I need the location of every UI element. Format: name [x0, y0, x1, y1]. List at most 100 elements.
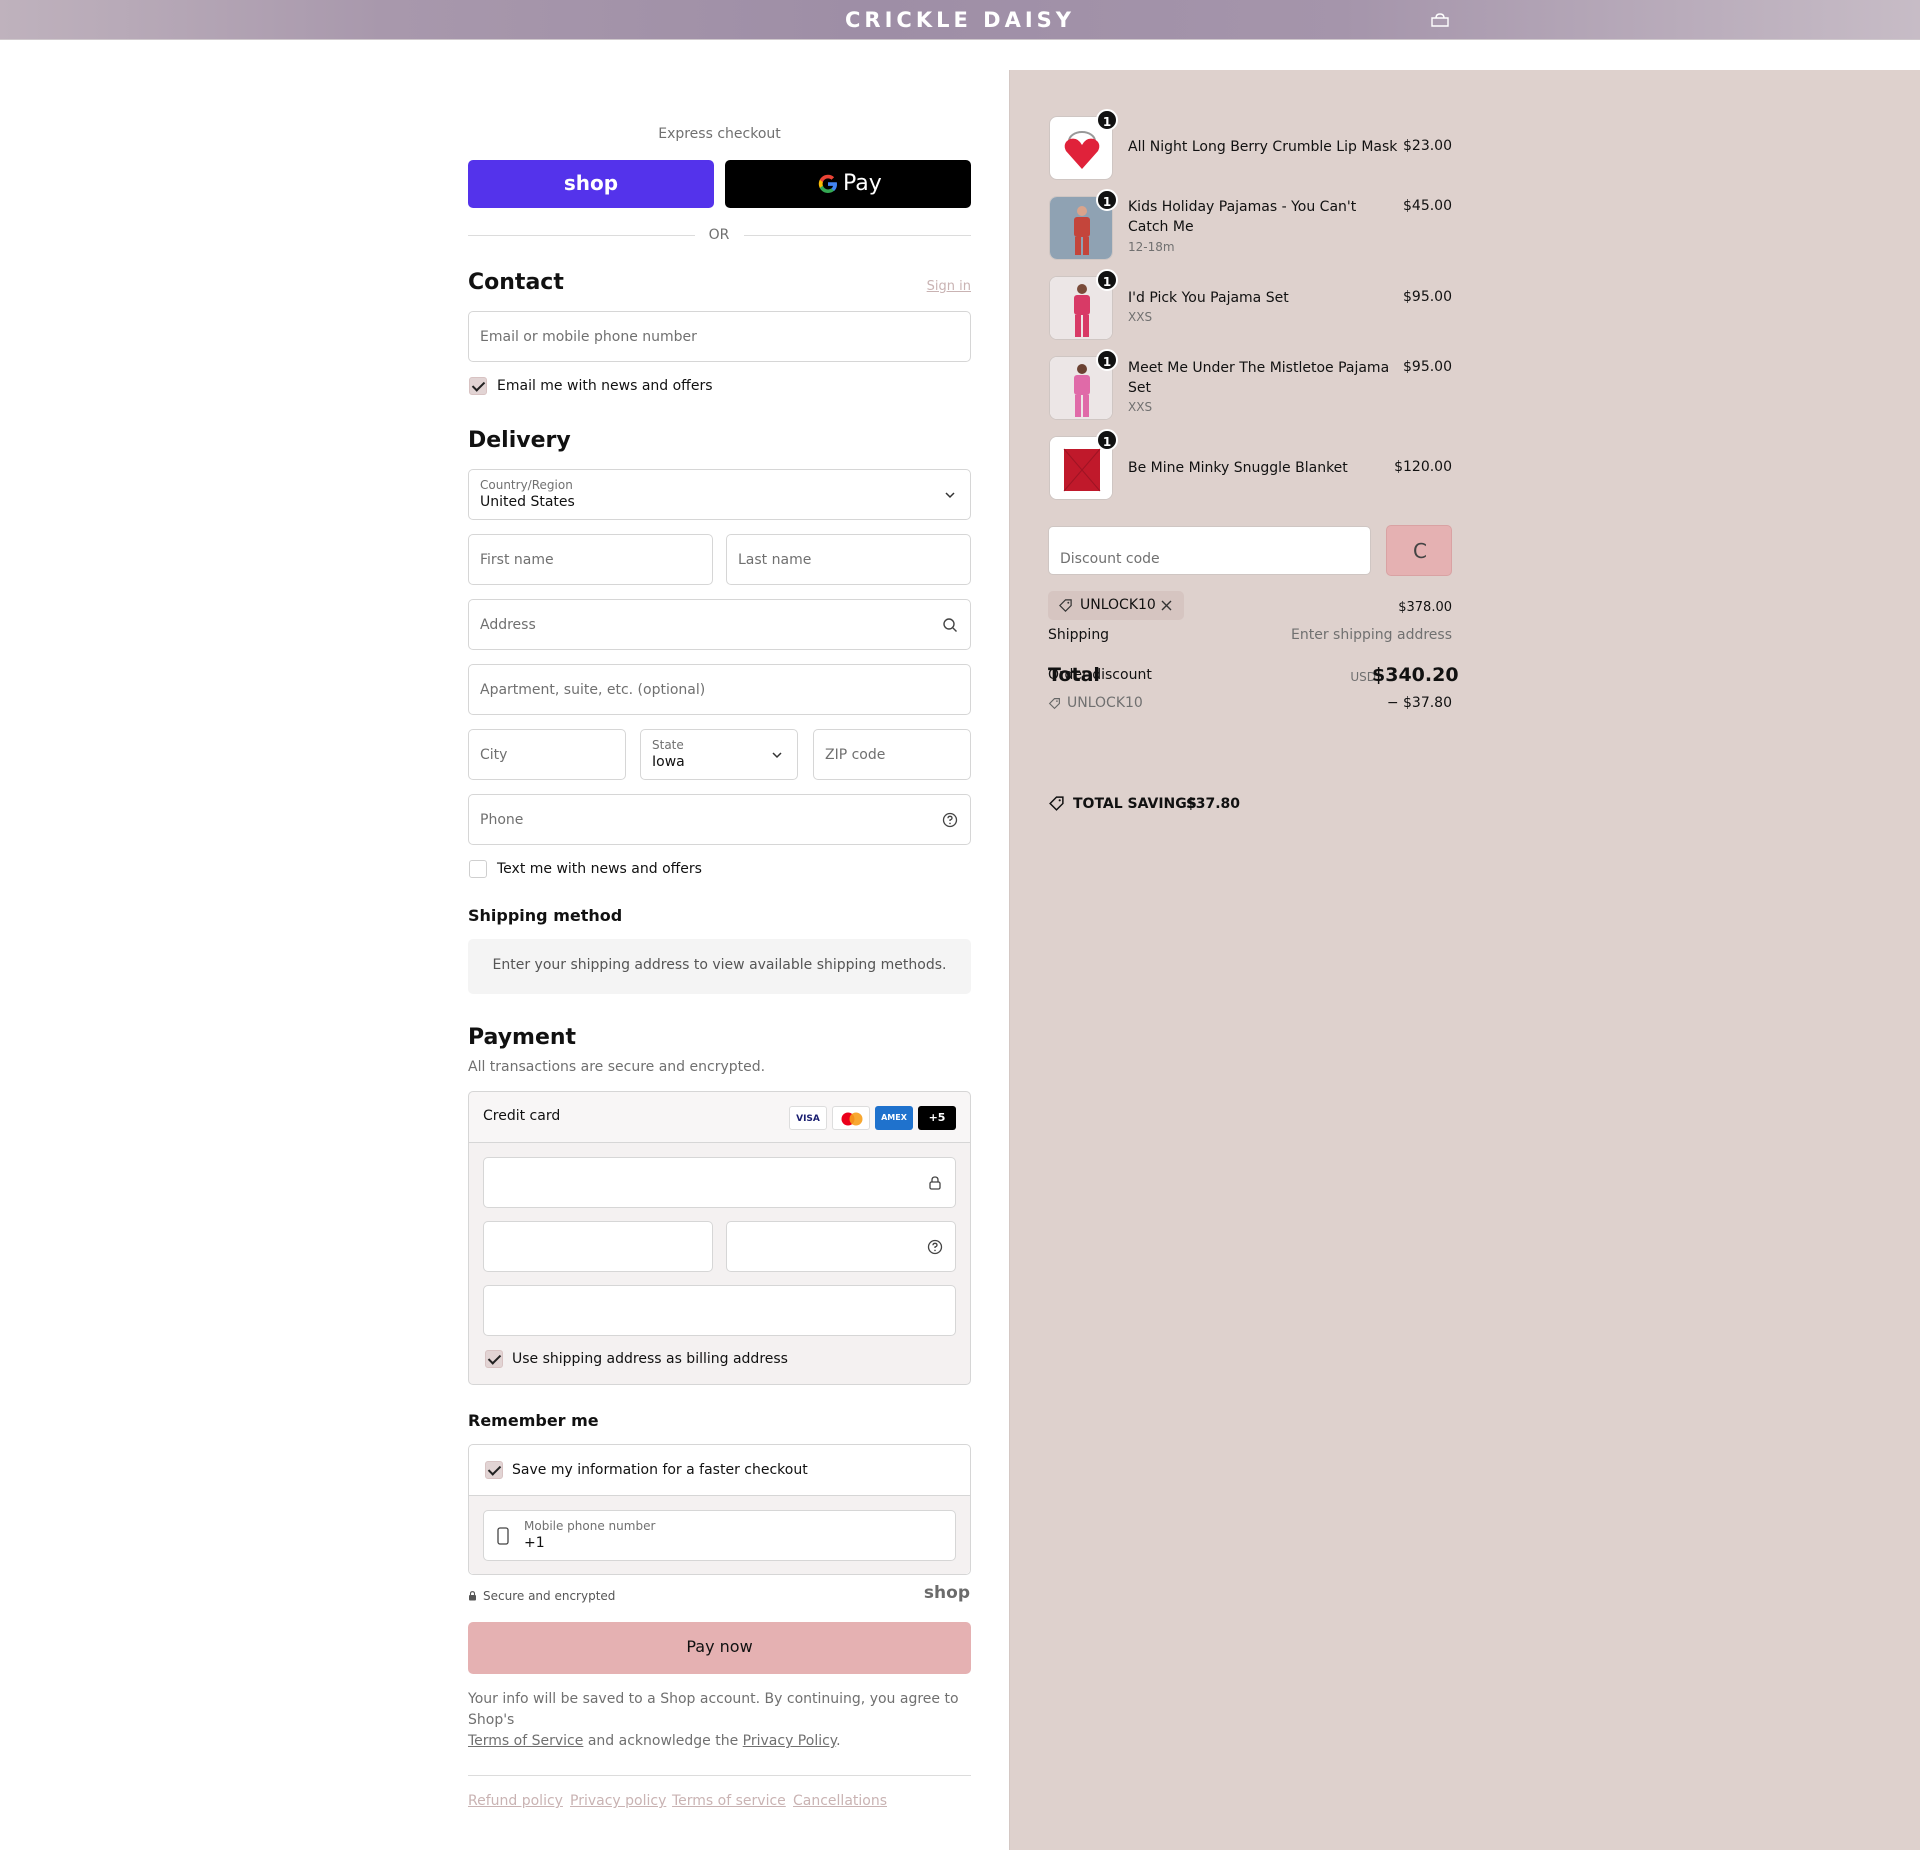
pay-now-button[interactable]: Pay now: [468, 1622, 971, 1674]
save-info-checkbox[interactable]: [485, 1461, 503, 1479]
save-info-label: Save my information for a faster checkou…: [512, 1462, 808, 1478]
phone-placeholder: Phone: [480, 811, 524, 828]
secure-encrypted-label: Secure and encrypted: [483, 1589, 616, 1603]
country-label: Country/Region: [480, 478, 573, 492]
tag-icon: [1048, 698, 1060, 710]
tag-icon: [1059, 599, 1072, 612]
refund-policy-link[interactable]: Refund policy: [468, 1793, 563, 1809]
phone-field[interactable]: Phone: [468, 794, 971, 845]
currency-code: USD: [1350, 670, 1376, 684]
search-icon: [943, 617, 957, 632]
apartment-placeholder: Apartment, suite, etc. (optional): [480, 681, 706, 698]
country-select[interactable]: Country/Region United States: [468, 469, 971, 520]
last-name-field[interactable]: Last name: [726, 534, 971, 585]
subtotal-value: $378.00: [1398, 600, 1452, 615]
email-placeholder: Email or mobile phone number: [480, 328, 697, 345]
mobile-phone-value: +1: [524, 1535, 545, 1551]
email-field[interactable]: Email or mobile phone number: [468, 311, 971, 362]
shipping-value: Enter shipping address: [1291, 627, 1452, 643]
help-circle-icon[interactable]: [927, 1239, 943, 1255]
apply-discount-label: C: [1413, 539, 1427, 563]
visa-icon: VISA: [789, 1106, 827, 1130]
google-pay-button[interactable]: Pay: [725, 160, 971, 208]
shipping-label: Shipping: [1048, 627, 1110, 643]
card-cvv-field[interactable]: [726, 1221, 956, 1272]
apply-discount-button[interactable]: C: [1386, 525, 1452, 576]
legal-text-3: .: [836, 1733, 841, 1749]
delivery-heading: Delivery: [468, 428, 571, 453]
cancellations-link[interactable]: Cancellations: [793, 1793, 887, 1809]
card-number-field[interactable]: [483, 1157, 956, 1208]
item-price: $45.00: [1403, 198, 1452, 214]
shipping-method-box: Enter your shipping address to view avai…: [468, 939, 971, 994]
footer-divider: [468, 1775, 971, 1776]
shop-privacy-link[interactable]: Privacy Policy: [743, 1733, 836, 1749]
express-checkout-label: Express checkout: [658, 126, 781, 142]
discount-value: − $37.80: [1386, 695, 1452, 711]
first-name-field[interactable]: First name: [468, 534, 713, 585]
item-price: $95.00: [1403, 359, 1452, 375]
mobile-phone-field[interactable]: Mobile phone number +1: [483, 1510, 956, 1561]
item-price: $120.00: [1394, 459, 1452, 475]
shop-terms-link[interactable]: Terms of Service: [468, 1733, 583, 1749]
first-name-placeholder: First name: [480, 551, 554, 568]
or-label: OR: [708, 227, 730, 243]
sign-in-link[interactable]: Sign in: [900, 279, 971, 294]
email-news-checkbox[interactable]: [469, 377, 487, 395]
country-value: United States: [480, 494, 575, 510]
privacy-policy-link[interactable]: Privacy policy: [570, 1793, 666, 1809]
total-savings-label: TOTAL SAVINGS: [1073, 796, 1197, 812]
billing-same-checkbox[interactable]: [485, 1350, 503, 1368]
order-summary-panel: [1009, 70, 1920, 1850]
legal-text-1: Your info will be saved to a Shop accoun…: [468, 1691, 959, 1728]
shopping-bag-icon[interactable]: [1430, 13, 1450, 27]
remember-me-panel: Save my information for a faster checkou…: [468, 1444, 971, 1575]
chevron-down-icon: [945, 491, 955, 498]
terms-of-service-link[interactable]: Terms of service: [672, 1793, 786, 1809]
shipping-method-message: Enter your shipping address to view avai…: [492, 957, 947, 973]
remove-discount-icon[interactable]: [1161, 600, 1172, 611]
discount-code-field[interactable]: Discount code: [1048, 526, 1371, 575]
pay-now-label: Pay now: [686, 1637, 753, 1656]
chevron-down-icon: [772, 751, 782, 758]
or-divider-right: [744, 235, 971, 236]
legal-text-2: and acknowledge the: [587, 1733, 739, 1749]
item-quantity-badge: 1: [1096, 269, 1118, 291]
tag-icon: [1049, 796, 1064, 811]
shipping-method-heading: Shipping method: [468, 906, 623, 925]
city-placeholder: City: [480, 746, 508, 763]
discount-placeholder: Discount code: [1060, 551, 1160, 567]
mobile-phone-icon: [497, 1527, 509, 1545]
zip-placeholder: ZIP code: [825, 746, 886, 763]
last-name-placeholder: Last name: [738, 551, 812, 568]
address-field[interactable]: Address: [468, 599, 971, 650]
legal-text: Your info will be saved to a Shop accoun…: [468, 1689, 971, 1752]
card-expiry-field[interactable]: [483, 1221, 713, 1272]
billing-same-label: Use shipping address as billing address: [512, 1351, 788, 1367]
item-quantity-badge: 1: [1096, 189, 1118, 211]
item-variant: 12-18m: [1128, 240, 1175, 254]
remember-me-heading: Remember me: [468, 1411, 599, 1430]
brand-logo[interactable]: CRICKLE DAISY: [0, 8, 1920, 32]
lock-icon: [469, 1591, 476, 1601]
item-variant: XXS: [1128, 310, 1153, 324]
item-quantity-badge: 1: [1096, 429, 1118, 451]
google-pay-label: Pay: [843, 171, 882, 196]
payment-heading: Payment: [468, 1025, 577, 1050]
card-name-field[interactable]: [483, 1285, 956, 1336]
city-field[interactable]: City: [468, 729, 626, 780]
state-select[interactable]: State Iowa: [640, 729, 798, 780]
item-quantity-badge: 1: [1096, 349, 1118, 371]
lock-icon: [929, 1175, 941, 1190]
google-g-icon: [818, 174, 837, 193]
text-news-checkbox[interactable]: [469, 860, 487, 878]
zip-field[interactable]: ZIP code: [813, 729, 971, 780]
help-circle-icon[interactable]: [942, 812, 958, 828]
apartment-field[interactable]: Apartment, suite, etc. (optional): [468, 664, 971, 715]
item-quantity-badge: 1: [1096, 109, 1118, 131]
shop-pay-button[interactable]: shop: [468, 160, 714, 208]
shop-logo: shop: [923, 1583, 970, 1603]
total-savings-value: $37.80: [1186, 796, 1241, 812]
applied-discount-tag: UNLOCK10: [1048, 591, 1184, 620]
mobile-phone-label: Mobile phone number: [524, 1519, 656, 1533]
